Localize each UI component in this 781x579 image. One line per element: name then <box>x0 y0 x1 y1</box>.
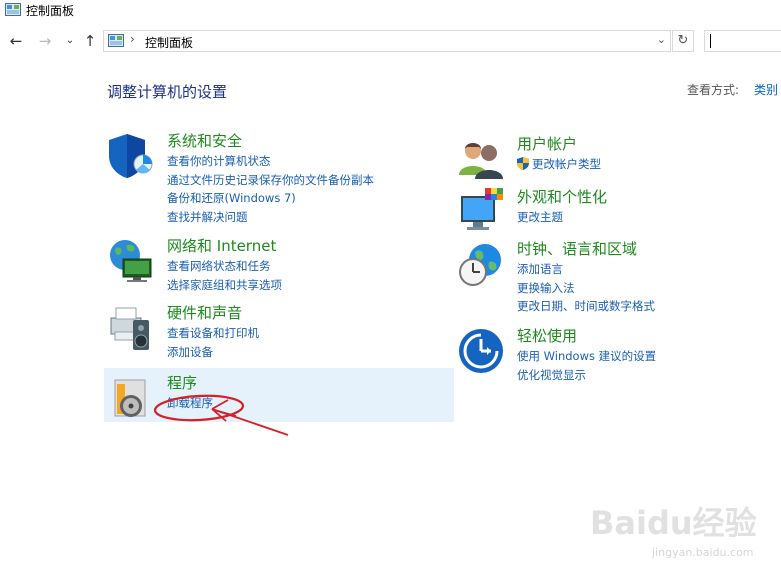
category-title-clock[interactable]: 时钟、语言和区域 <box>517 240 655 259</box>
link-add-device[interactable]: 添加设备 <box>167 343 259 362</box>
security-shield-icon <box>109 134 153 178</box>
title-bar: 控制面板 <box>0 0 781 22</box>
link-homegroup-sharing[interactable]: 选择家庭组和共享选项 <box>167 276 282 295</box>
programs-hover-highlight <box>104 368 454 422</box>
ease-of-access-icon <box>459 329 503 373</box>
link-network-status[interactable]: 查看网络状态和任务 <box>167 257 282 276</box>
link-change-account-type[interactable]: 更改帐户类型 <box>517 155 601 174</box>
category-title-hardware[interactable]: 硬件和声音 <box>167 304 259 323</box>
refresh-icon[interactable]: ↻ <box>672 30 694 52</box>
monitor-palette-icon <box>461 188 503 230</box>
category-title-ease[interactable]: 轻松使用 <box>517 327 656 346</box>
category-title-appearance[interactable]: 外观和个性化 <box>517 188 607 207</box>
uac-shield-icon <box>517 157 529 170</box>
up-arrow-icon[interactable]: ↑ <box>81 32 99 50</box>
search-input[interactable] <box>704 30 781 52</box>
link-change-date-time-format[interactable]: 更改日期、时间或数字格式 <box>517 297 655 316</box>
link-change-input-method[interactable]: 更换输入法 <box>517 279 655 298</box>
link-change-theme[interactable]: 更改主题 <box>517 208 607 227</box>
view-by-label: 查看方式: <box>687 83 740 97</box>
category-title-programs[interactable]: 程序 <box>167 374 213 393</box>
printer-speaker-icon <box>110 307 149 350</box>
users-icon <box>459 143 503 179</box>
category-title-system[interactable]: 系统和安全 <box>167 132 374 151</box>
view-by-dropdown[interactable]: 类别 <box>754 81 778 98</box>
category-title-network[interactable]: 网络和 Internet <box>167 237 282 256</box>
link-recommended-settings[interactable]: 使用 Windows 建议的设置 <box>517 347 656 366</box>
link-view-computer-status[interactable]: 查看你的计算机状态 <box>167 152 374 171</box>
link-optimize-display[interactable]: 优化视觉显示 <box>517 366 656 385</box>
link-devices-printers[interactable]: 查看设备和打印机 <box>167 324 259 343</box>
address-bar[interactable]: › 控制面板 ⌄ <box>103 30 671 52</box>
link-change-account-type-label[interactable]: 更改帐户类型 <box>532 157 601 171</box>
programs-disc-icon <box>114 379 146 417</box>
link-file-history-backup[interactable]: 通过文件历史记录保存你的文件备份副本 <box>167 171 374 190</box>
link-uninstall-program[interactable]: 卸载程序 <box>167 394 213 413</box>
link-add-language[interactable]: 添加语言 <box>517 260 655 279</box>
navigation-bar: ← → ⌄ ↑ › 控制面板 ⌄ ↻ <box>0 28 781 56</box>
back-arrow-icon[interactable]: ← <box>7 32 25 50</box>
link-troubleshoot[interactable]: 查找并解决问题 <box>167 208 374 227</box>
breadcrumb-control-panel[interactable]: 控制面板 <box>145 34 193 51</box>
breadcrumb-separator[interactable]: › <box>130 32 135 46</box>
watermark-brand: Baidu经验 <box>590 504 757 542</box>
page-title: 调整计算机的设置 <box>107 83 228 101</box>
recent-locations-chevron-icon[interactable]: ⌄ <box>61 32 79 50</box>
clock-globe-icon <box>459 244 501 286</box>
category-title-users[interactable]: 用户帐户 <box>517 135 601 154</box>
window-title: 控制面板 <box>26 4 75 18</box>
forward-arrow-icon[interactable]: → <box>36 32 54 50</box>
link-backup-restore[interactable]: 备份和还原(Windows 7) <box>167 189 374 208</box>
text-caret <box>710 34 711 48</box>
watermark-url: jingyan.baidu.com <box>652 546 754 559</box>
control-panel-icon <box>108 34 124 47</box>
address-dropdown-chevron-icon[interactable]: ⌄ <box>657 33 666 46</box>
control-panel-icon <box>5 3 21 16</box>
network-globe-icon <box>110 240 152 282</box>
baidu-jingyan-watermark: Baidu经验 jingyan.baidu.com <box>590 498 770 568</box>
